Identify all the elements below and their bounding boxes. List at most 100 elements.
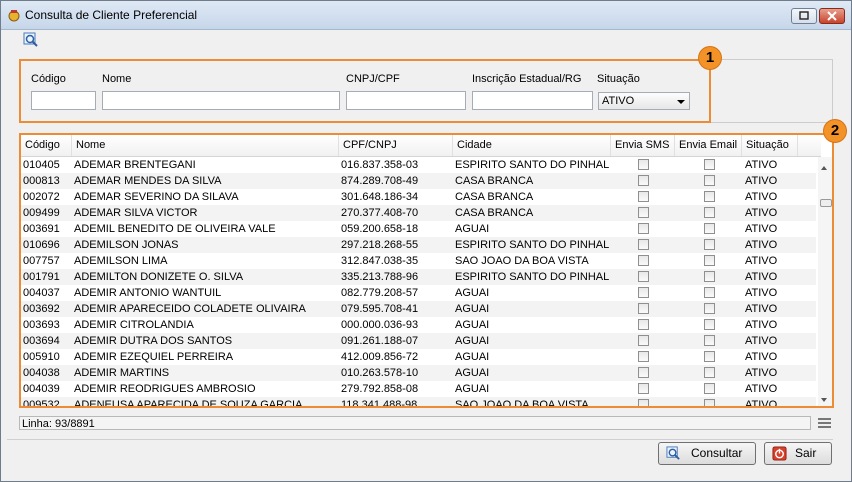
- sms-checkbox[interactable]: [638, 271, 649, 282]
- cpf-input[interactable]: [346, 91, 466, 110]
- cpf-label: CNPJ/CPF: [346, 73, 400, 85]
- scroll-thumb[interactable]: [820, 199, 832, 207]
- email-checkbox[interactable]: [704, 175, 715, 186]
- sair-button[interactable]: Sair: [764, 442, 832, 465]
- sms-checkbox[interactable]: [638, 191, 649, 202]
- sms-checkbox[interactable]: [638, 223, 649, 234]
- email-checkbox[interactable]: [704, 335, 715, 346]
- callout-marker-1: 1: [699, 47, 721, 69]
- sms-checkbox[interactable]: [638, 303, 649, 314]
- table-row[interactable]: 003693 ADEMIR CITROLANDIA 000.000.036-93 AG…: [21, 317, 816, 333]
- cell-nome: ADEMIR REODRIGUES AMBROSIO: [74, 383, 256, 395]
- email-checkbox[interactable]: [704, 159, 715, 170]
- sms-checkbox[interactable]: [638, 239, 649, 250]
- table-row[interactable]: 009532 ADENEUSA APARECIDA DE SOUZA GARCIA…: [21, 397, 816, 406]
- table-row[interactable]: 007757 ADEMILSON LIMA 312.847.038-35 SAO JO…: [21, 253, 816, 269]
- cell-codigo: 002072: [23, 191, 60, 203]
- table-row[interactable]: 003694 ADEMIR DUTRA DOS SANTOS 091.261.188…: [21, 333, 816, 349]
- table-row[interactable]: 009499 ADEMAR SILVA VICTOR 270.377.408-70 C…: [21, 205, 816, 221]
- cell-nome: ADEMILSON LIMA: [74, 255, 168, 267]
- table-row[interactable]: 004038 ADEMIR MARTINS 010.263.578-10 AGUAI A…: [21, 365, 816, 381]
- email-checkbox[interactable]: [704, 303, 715, 314]
- cell-cidade: AGUAI: [455, 303, 490, 315]
- col-header-situacao[interactable]: Situação: [742, 135, 798, 156]
- email-checkbox[interactable]: [704, 239, 715, 250]
- table-row[interactable]: 002072 ADEMAR SEVERINO DA SILAVA 301.648.1…: [21, 189, 816, 205]
- email-checkbox[interactable]: [704, 255, 715, 266]
- situacao-label: Situação: [597, 73, 640, 85]
- email-checkbox[interactable]: [704, 271, 715, 282]
- cell-nome: ADEMIR DUTRA DOS SANTOS: [74, 335, 233, 347]
- sms-checkbox[interactable]: [638, 255, 649, 266]
- col-header-email[interactable]: Envia Email: [675, 135, 742, 156]
- cell-cidade: AGUAI: [455, 383, 490, 395]
- email-checkbox[interactable]: [704, 383, 715, 394]
- situacao-select[interactable]: ATIVO: [598, 92, 690, 110]
- cell-situacao: ATIVO: [745, 271, 778, 283]
- email-checkbox[interactable]: [704, 351, 715, 362]
- main-window: Consulta de Cliente Preferencial Código …: [0, 0, 852, 482]
- sms-checkbox[interactable]: [638, 367, 649, 378]
- cell-nome: ADEMAR MENDES DA SILVA: [74, 175, 222, 187]
- email-checkbox[interactable]: [704, 287, 715, 298]
- cell-cpf: 312.847.038-35: [341, 255, 419, 267]
- email-checkbox[interactable]: [704, 191, 715, 202]
- cell-cpf: 059.200.658-18: [341, 223, 419, 235]
- cell-situacao: ATIVO: [745, 287, 778, 299]
- cell-nome: ADEMIR ANTONIO WANTUIL: [74, 287, 222, 299]
- cell-codigo: 001791: [23, 271, 60, 283]
- menu-icon[interactable]: [818, 418, 831, 428]
- col-header-nome[interactable]: Nome: [72, 135, 339, 156]
- sms-checkbox[interactable]: [638, 351, 649, 362]
- status-bar: Linha: 93/8891: [19, 416, 811, 430]
- table-row[interactable]: 000813 ADEMAR MENDES DA SILVA 874.289.708-…: [21, 173, 816, 189]
- sms-checkbox[interactable]: [638, 319, 649, 330]
- nome-input[interactable]: [102, 91, 340, 110]
- email-checkbox[interactable]: [704, 207, 715, 218]
- vertical-scrollbar[interactable]: [818, 157, 832, 406]
- email-checkbox[interactable]: [704, 399, 715, 406]
- cell-nome: ADEMAR SEVERINO DA SILAVA: [74, 191, 239, 203]
- cell-cidade: CASA BRANCA: [455, 175, 534, 187]
- table-row[interactable]: 004037 ADEMIR ANTONIO WANTUIL 082.779.208-…: [21, 285, 816, 301]
- table-row[interactable]: 003691 ADEMIL BENEDITO DE OLIVEIRA VALE 05…: [21, 221, 816, 237]
- cell-situacao: ATIVO: [745, 255, 778, 267]
- email-checkbox[interactable]: [704, 319, 715, 330]
- cell-cpf: 091.261.188-07: [341, 335, 419, 347]
- col-header-sms[interactable]: Envia SMS: [611, 135, 675, 156]
- table-row[interactable]: 010696 ADEMILSON JONAS 297.218.268-55 ESPIR…: [21, 237, 816, 253]
- consultar-button[interactable]: Consultar: [658, 442, 756, 465]
- sms-checkbox[interactable]: [638, 383, 649, 394]
- sair-label: Sair: [795, 446, 817, 460]
- table-row[interactable]: 003692 ADEMIR APARECEIDO COLADETE OLIVAIR…: [21, 301, 816, 317]
- restore-button[interactable]: [791, 8, 817, 24]
- grid-rows: 010405 ADEMAR BRENTEGANI 016.837.358-03 ESP…: [21, 157, 816, 406]
- cell-codigo: 010405: [23, 159, 60, 171]
- scroll-up-icon[interactable]: [821, 166, 827, 170]
- sms-checkbox[interactable]: [638, 399, 649, 406]
- email-checkbox[interactable]: [704, 367, 715, 378]
- search-icon[interactable]: [23, 32, 39, 48]
- table-row[interactable]: 005910 ADEMIR EZEQUIEL PERREIRA 412.009.85…: [21, 349, 816, 365]
- cell-codigo: 005910: [23, 351, 60, 363]
- sms-checkbox[interactable]: [638, 287, 649, 298]
- col-header-cpf[interactable]: CPF/CNPJ: [339, 135, 453, 156]
- ie-input[interactable]: [472, 91, 593, 110]
- cell-situacao: ATIVO: [745, 175, 778, 187]
- cell-situacao: ATIVO: [745, 335, 778, 347]
- sms-checkbox[interactable]: [638, 159, 649, 170]
- email-checkbox[interactable]: [704, 223, 715, 234]
- sms-checkbox[interactable]: [638, 207, 649, 218]
- table-row[interactable]: 001791 ADEMILTON DONIZETE O. SILVA 335.213…: [21, 269, 816, 285]
- codigo-input[interactable]: [31, 91, 96, 110]
- col-header-cidade[interactable]: Cidade: [453, 135, 611, 156]
- scroll-down-icon[interactable]: [821, 398, 827, 402]
- cell-nome: ADEMILTON DONIZETE O. SILVA: [74, 271, 244, 283]
- sms-checkbox[interactable]: [638, 175, 649, 186]
- table-row[interactable]: 010405 ADEMAR BRENTEGANI 016.837.358-03 ESP…: [21, 157, 816, 173]
- sms-checkbox[interactable]: [638, 335, 649, 346]
- table-row[interactable]: 004039 ADEMIR REODRIGUES AMBROSIO 279.792.…: [21, 381, 816, 397]
- cell-situacao: ATIVO: [745, 383, 778, 395]
- col-header-codigo[interactable]: Código: [21, 135, 72, 156]
- close-button[interactable]: [819, 8, 845, 24]
